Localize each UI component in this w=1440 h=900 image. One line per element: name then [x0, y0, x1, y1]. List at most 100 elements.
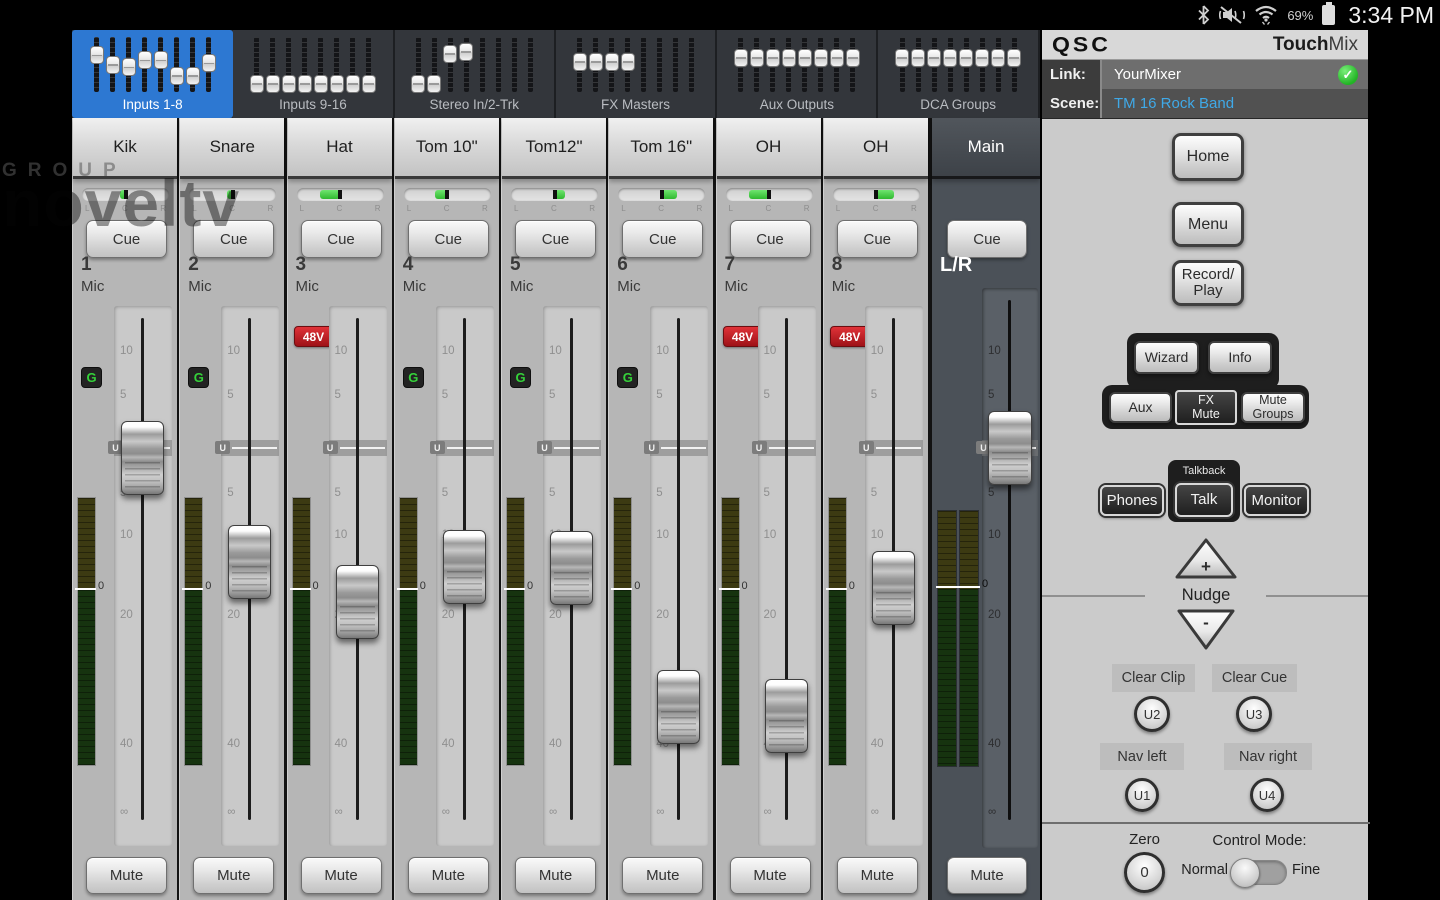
link-row[interactable]: Link: YourMixer ✓ — [1042, 60, 1368, 90]
mini-fader-track — [802, 37, 807, 92]
mini-fader-handle — [314, 75, 328, 93]
unity-line — [661, 447, 706, 449]
mini-fader-track — [964, 37, 969, 92]
meter-zero-line — [936, 586, 980, 588]
fx-mute-button[interactable]: FX Mute — [1175, 390, 1237, 425]
app-name: TouchMix — [1273, 34, 1358, 56]
mini-fader-bank — [572, 37, 700, 93]
tab-aux-outputs[interactable]: Aux Outputs — [717, 30, 878, 118]
mute-groups-button[interactable]: Mute Groups — [1241, 392, 1305, 423]
monitor-button[interactable]: Monitor — [1244, 485, 1309, 516]
channel-strip-5: Tom12"LCRCue5MicG1055102040∞U0Mute — [501, 118, 606, 900]
pan-position-bar — [320, 190, 340, 199]
meter-zero-line — [504, 588, 525, 590]
fader-handle[interactable] — [872, 551, 915, 625]
home-button[interactable]: Home — [1172, 133, 1244, 181]
user-button-u4[interactable]: U4 — [1250, 778, 1284, 812]
fader-handle[interactable] — [657, 670, 700, 744]
mute-button[interactable]: Mute — [408, 857, 489, 894]
tab-stereo-in-2-trk[interactable]: Stereo In/2-Trk — [395, 30, 556, 118]
pan-scale-label: R — [804, 204, 810, 214]
unity-line — [340, 447, 385, 449]
cue-button[interactable]: Cue — [86, 220, 167, 258]
channel-strip-7: OHLCRCue7Mic48V1055102040∞U0Mute — [716, 118, 821, 900]
mute-button[interactable]: Mute — [622, 857, 703, 894]
pan-scale-label: C — [336, 204, 342, 214]
fader-handle[interactable] — [988, 411, 1032, 485]
fader-handle[interactable] — [765, 679, 808, 753]
wizard-button[interactable]: Wizard — [1134, 341, 1199, 374]
toggle-knob[interactable] — [1230, 858, 1260, 888]
cue-button[interactable]: Cue — [301, 220, 382, 258]
mute-button[interactable]: Mute — [193, 857, 274, 894]
meter-zero-line — [611, 588, 632, 590]
mute-button[interactable]: Mute — [301, 857, 382, 894]
mini-fader-track — [1012, 37, 1017, 92]
fader-handle[interactable] — [336, 565, 379, 639]
menu-button[interactable]: Menu — [1172, 202, 1244, 247]
tab-dca-groups[interactable]: DCA Groups — [878, 30, 1039, 118]
meter-lower-zone — [400, 590, 417, 765]
mini-fader-track — [834, 37, 839, 92]
fader-track[interactable] — [677, 318, 680, 820]
mini-fader-track — [158, 37, 163, 92]
meter-zero-label: 0 — [527, 580, 533, 592]
mute-button[interactable]: Mute — [86, 857, 167, 894]
meter-bar — [937, 510, 957, 767]
cue-button[interactable]: Cue — [622, 220, 703, 258]
tab-fx-masters[interactable]: FX Masters — [556, 30, 717, 118]
cue-button[interactable]: Cue — [730, 220, 811, 258]
channel-source: Mic — [510, 278, 533, 295]
unity-line — [769, 447, 814, 449]
phones-button[interactable]: Phones — [1100, 485, 1164, 516]
cue-button[interactable]: Cue — [408, 220, 489, 258]
cue-button[interactable]: Cue — [193, 220, 274, 258]
aux-button[interactable]: Aux — [1109, 392, 1172, 423]
mute-button[interactable]: Mute — [837, 857, 918, 894]
nudge-down-button[interactable]: - — [1176, 608, 1236, 651]
mini-fader-track — [818, 37, 823, 92]
nudge-up-button[interactable]: + — [1174, 537, 1238, 580]
fader-handle[interactable] — [550, 531, 593, 605]
meter-zero-line — [397, 588, 418, 590]
mini-fader-handle — [266, 75, 280, 93]
mini-fader-handle — [202, 54, 216, 72]
record-play-button[interactable]: Record/ Play — [1172, 260, 1244, 306]
fader-track[interactable] — [141, 318, 144, 820]
tab-inputs-9-16[interactable]: Inputs 9-16 — [233, 30, 394, 118]
control-mode-toggle[interactable] — [1231, 860, 1287, 885]
mini-fader-handle — [846, 49, 860, 67]
pan-scale-label: L — [836, 204, 840, 214]
tab-label: Aux Outputs — [760, 97, 834, 112]
gain-badge: G — [403, 367, 424, 388]
pan-scale: LCR — [726, 204, 813, 214]
cue-button[interactable]: Cue — [947, 220, 1027, 258]
mini-fader-track — [302, 37, 307, 92]
user-button-u2[interactable]: U2 — [1134, 696, 1170, 732]
pan-scale-label: C — [873, 204, 879, 214]
mute-button[interactable]: Mute — [515, 857, 596, 894]
pan-center-tick — [874, 190, 878, 199]
mute-button[interactable]: Mute — [947, 857, 1027, 894]
meter-zero-line — [719, 588, 740, 590]
pan-position-bar — [876, 190, 894, 199]
fader-handle[interactable] — [228, 525, 271, 599]
meter-zero-line — [182, 588, 203, 590]
user-button-u1[interactable]: U1 — [1125, 778, 1159, 812]
cue-button[interactable]: Cue — [837, 220, 918, 258]
cue-button[interactable]: Cue — [515, 220, 596, 258]
scene-row[interactable]: Scene: TM 16 Rock Band — [1042, 89, 1368, 119]
mini-fader-track — [689, 37, 694, 92]
fader-handle[interactable] — [121, 421, 164, 495]
fader-track[interactable] — [1008, 300, 1011, 820]
talk-button[interactable]: Talk — [1175, 483, 1233, 517]
tab-inputs-1-8[interactable]: Inputs 1-8 — [72, 30, 233, 118]
fader-handle[interactable] — [443, 530, 486, 604]
mute-button[interactable]: Mute — [730, 857, 811, 894]
unity-line — [876, 447, 921, 449]
zero-button[interactable]: 0 — [1124, 852, 1165, 893]
info-button[interactable]: Info — [1208, 341, 1272, 374]
meter-zero-label: 0 — [205, 580, 211, 592]
user-button-u3[interactable]: U3 — [1236, 696, 1272, 732]
pan-position-bar — [662, 190, 677, 199]
